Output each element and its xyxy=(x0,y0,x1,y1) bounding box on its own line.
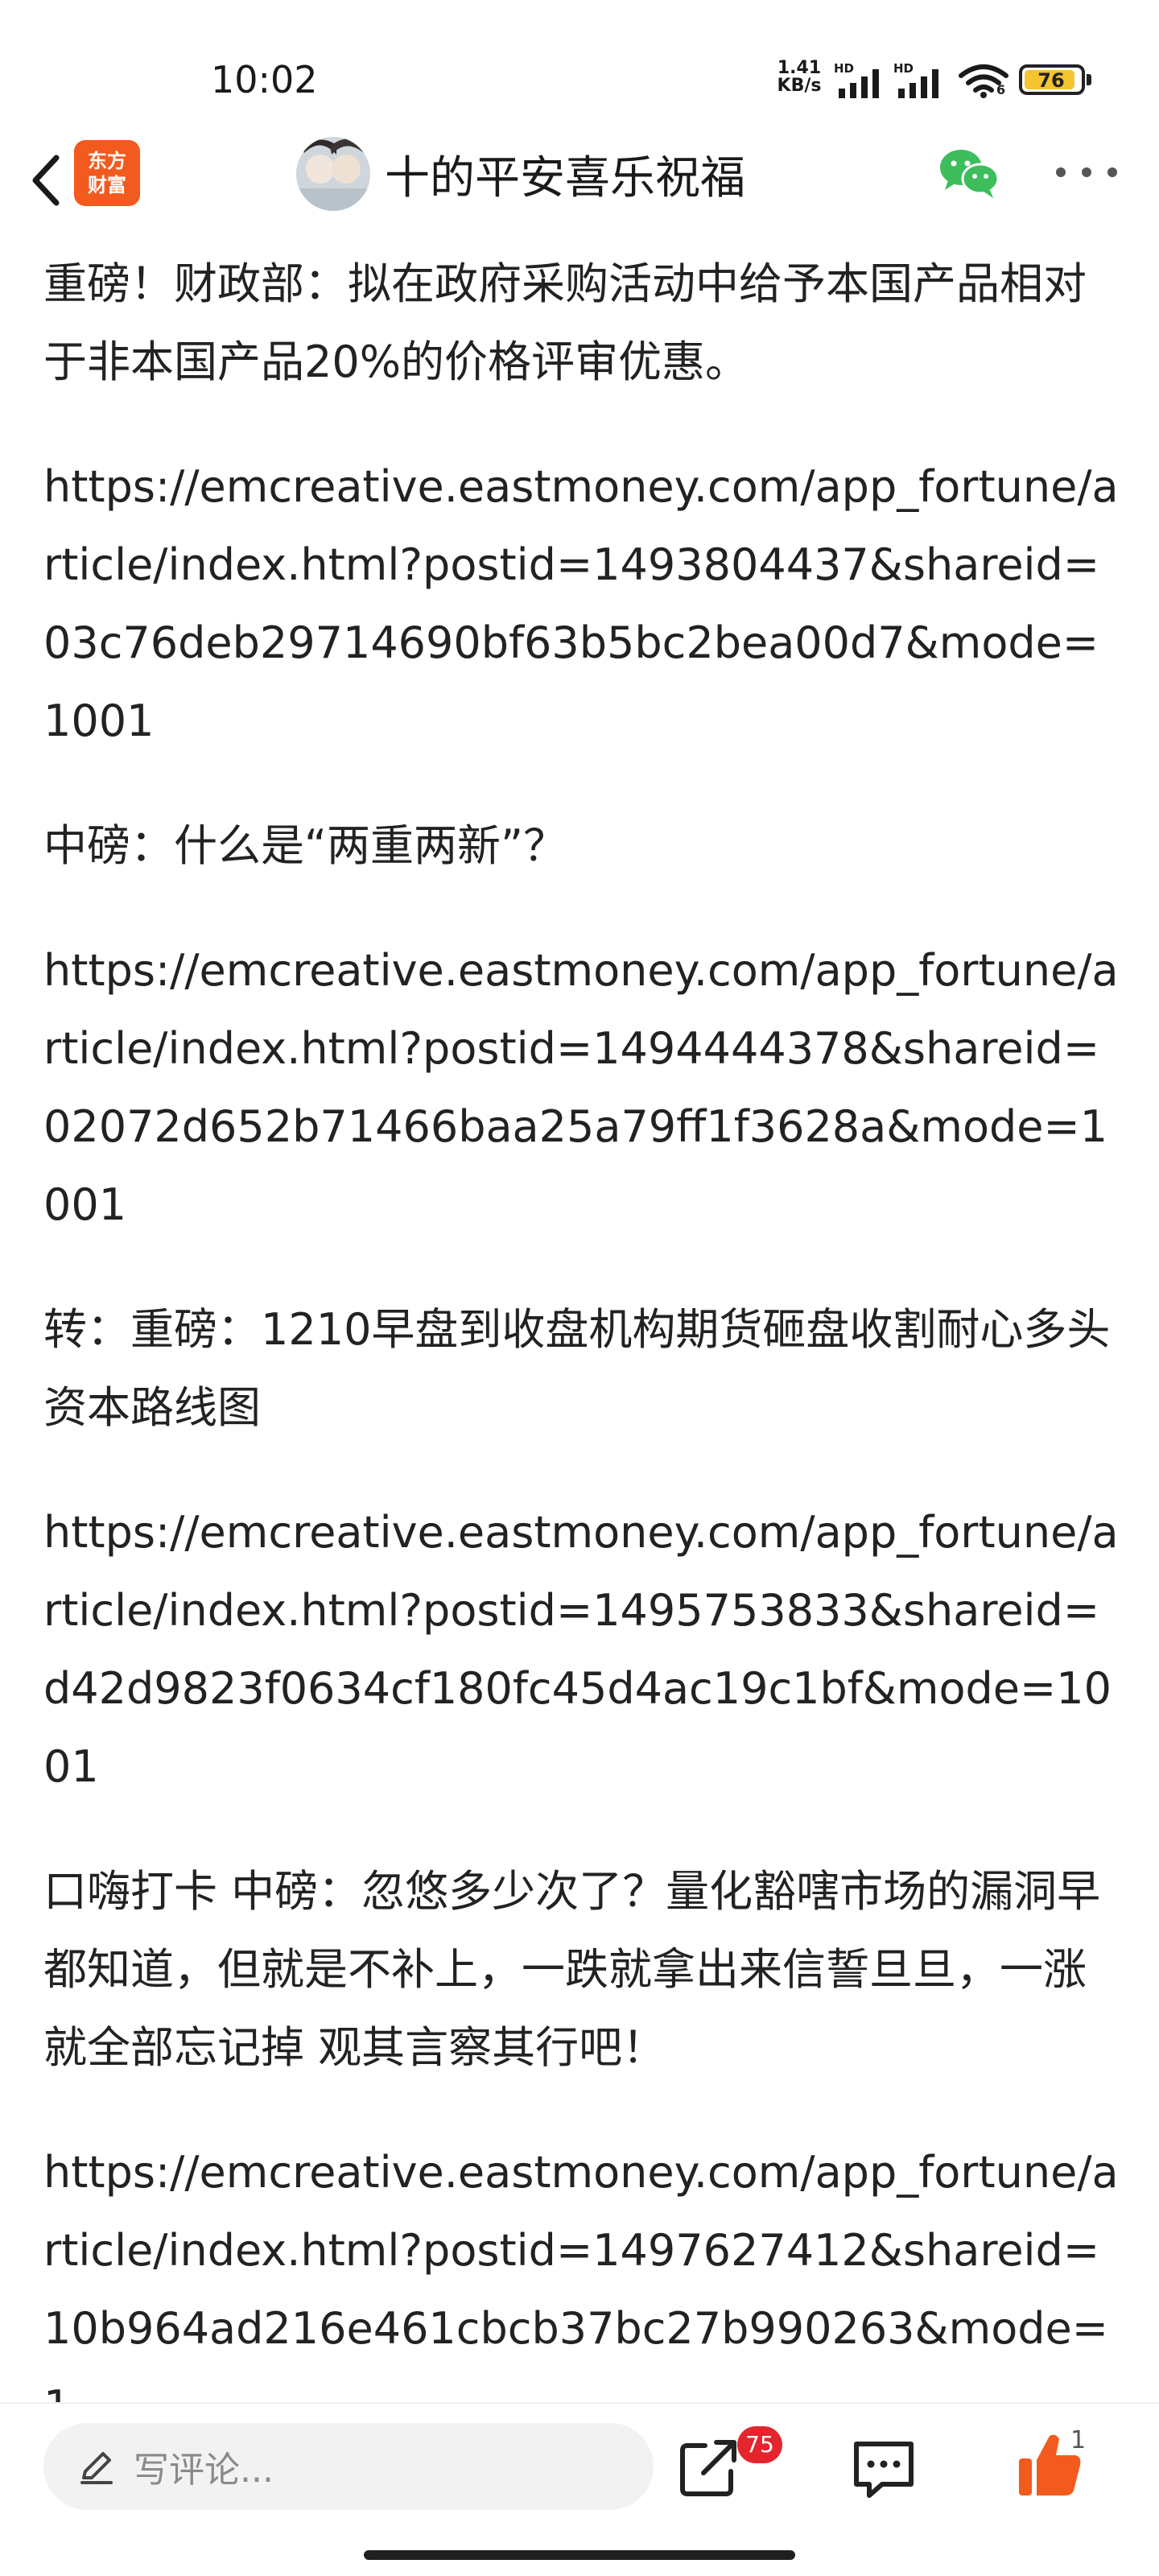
like-count: 1 xyxy=(1070,2426,1087,2454)
pen-icon xyxy=(80,2452,113,2484)
post-paragraph: 中磅：什么是“两重两新”？ xyxy=(43,820,567,871)
wifi-icon: 6 xyxy=(958,63,1009,101)
network-speed: 1.41 KB/s xyxy=(769,60,829,95)
share-icon xyxy=(680,2440,736,2496)
app-logo-line2: 财富 xyxy=(88,174,126,196)
more-dot xyxy=(1056,167,1066,177)
battery-icon: 76 xyxy=(1019,64,1091,95)
article-link[interactable]: https://emcreative.eastmoney.com/app_for… xyxy=(43,931,1122,1244)
bottom-action-bar: 写评论... 75 1 xyxy=(0,2402,1159,2576)
network-speed-unit: KB/s xyxy=(777,76,822,96)
wifi-6-label: 6 xyxy=(996,82,1006,97)
author-avatar[interactable] xyxy=(296,137,370,211)
signal-bars-icon xyxy=(839,69,879,98)
back-button[interactable] xyxy=(19,142,71,219)
comment-placeholder: 写评论... xyxy=(134,2450,274,2491)
article-link[interactable]: https://emcreative.eastmoney.com/app_for… xyxy=(43,2133,1122,2446)
post-paragraph: 转：重磅：1210早盘到收盘机构期货砸盘收割耐心多头资本路线图 xyxy=(43,1304,1111,1433)
comment-bubble-icon xyxy=(854,2442,914,2498)
post-content: 重磅！财政部：拟在政府采购活动中给予本国产品相对于非本国产品20%的价格评审优惠… xyxy=(43,245,1122,2492)
comment-input[interactable]: 写评论... xyxy=(43,2423,654,2510)
wechat-share-button[interactable] xyxy=(937,145,1001,201)
share-button[interactable] xyxy=(676,2434,742,2500)
page-title: 十的平安喜乐祝福 xyxy=(385,152,745,204)
post-paragraph: 重磅！财政部：拟在政府采购活动中给予本国产品相对于非本国产品20%的价格评审优惠… xyxy=(43,258,1087,387)
battery-tip xyxy=(1087,74,1091,85)
status-bar: 10:02 1.41 KB/s HD HD 6 76 xyxy=(0,0,1159,129)
status-time: 10:02 xyxy=(211,58,318,101)
share-count-badge: 75 xyxy=(737,2426,782,2463)
app-logo-line1: 东方 xyxy=(88,150,126,172)
battery-level: 76 xyxy=(1037,69,1065,92)
comments-button[interactable] xyxy=(850,2438,918,2500)
more-dot xyxy=(1107,167,1117,177)
chevron-left-icon xyxy=(32,155,60,206)
app-logo[interactable]: 东方 财富 xyxy=(74,140,140,206)
home-indicator[interactable] xyxy=(364,2550,795,2560)
network-speed-value: 1.41 xyxy=(777,58,822,78)
more-dot xyxy=(1082,167,1091,177)
avatar-image xyxy=(296,137,370,211)
post-paragraph: 口嗨打卡 中磅：忽悠多少次了？量化豁嗐市场的漏洞早都知道，但就是不补上，一跌就拿… xyxy=(43,1866,1101,2073)
article-link[interactable]: https://emcreative.eastmoney.com/app_for… xyxy=(43,448,1122,760)
more-options-button[interactable] xyxy=(1056,150,1117,195)
bottom-divider xyxy=(0,2402,1159,2404)
wechat-icon xyxy=(940,150,1000,198)
signal-bars-2-icon xyxy=(898,69,938,98)
article-link[interactable]: https://emcreative.eastmoney.com/app_for… xyxy=(43,1493,1122,1806)
screen: 10:02 1.41 KB/s HD HD 6 76 东方 财富 十的平安喜乐祝… xyxy=(0,0,1159,2576)
